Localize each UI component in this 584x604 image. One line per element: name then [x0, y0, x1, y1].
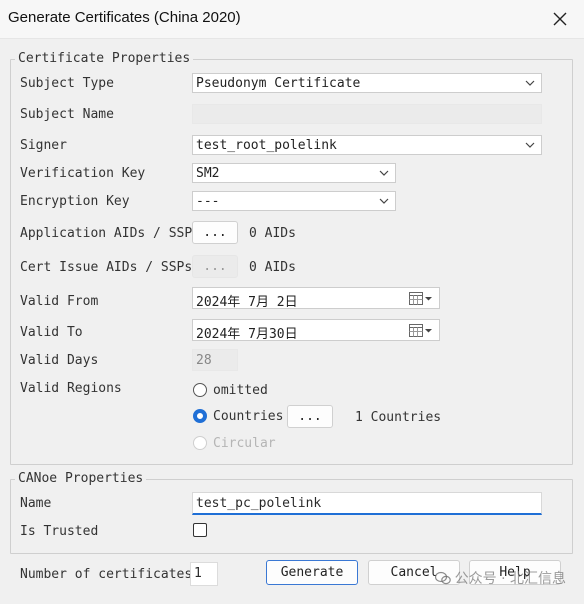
window-title: Generate Certificates (China 2020)	[8, 9, 241, 26]
signer-value: test_root_polelink	[196, 138, 337, 153]
verification-key-label: Verification Key	[20, 166, 146, 181]
valid-from-value: 2024年 7月 2日	[196, 295, 298, 310]
calendar-icon	[409, 292, 432, 305]
subject-name-label: Subject Name	[20, 107, 114, 122]
canoe-properties-title: CANoe Properties	[15, 471, 147, 486]
region-circular-radio	[193, 436, 207, 450]
valid-days-label: Valid Days	[20, 353, 99, 368]
valid-to-label: Valid To	[20, 325, 83, 340]
close-button[interactable]	[546, 5, 574, 33]
region-circular-label: Circular	[213, 436, 276, 451]
calendar-icon	[409, 324, 432, 337]
chevron-down-icon	[525, 142, 535, 148]
watermark: 公众号 · 北汇信息	[434, 568, 566, 588]
region-countries-label: Countries	[213, 409, 284, 424]
chevron-down-icon	[379, 170, 389, 176]
valid-days-value: 28	[196, 353, 212, 368]
cert-issue-aids-count: 0 AIDs	[249, 260, 296, 275]
chevron-down-icon	[525, 80, 535, 86]
subject-type-combo[interactable]: Pseudonym Certificate	[192, 73, 542, 93]
close-icon	[553, 12, 567, 26]
countries-select-button[interactable]: ...	[287, 405, 333, 428]
region-omitted-radio[interactable]	[193, 383, 207, 397]
application-aids-label: Application AIDs / SSPs	[20, 226, 201, 241]
wechat-icon	[434, 571, 451, 585]
countries-count: 1 Countries	[355, 410, 442, 425]
number-of-certificates-input[interactable]: 1	[190, 562, 218, 586]
canoe-properties-group: CANoe Properties	[10, 471, 573, 554]
subject-type-label: Subject Type	[20, 76, 114, 91]
cert-issue-aids-button: ...	[192, 255, 238, 278]
subject-name-field	[192, 104, 542, 124]
region-countries-radio[interactable]	[193, 409, 207, 423]
valid-to-value: 2024年 7月30日	[196, 327, 298, 342]
name-input[interactable]: test_pc_polelink	[192, 492, 542, 515]
subject-type-value: Pseudonym Certificate	[196, 76, 361, 91]
number-of-certificates-value: 1	[194, 566, 202, 581]
is-trusted-checkbox[interactable]	[193, 523, 207, 537]
application-aids-count: 0 AIDs	[249, 226, 296, 241]
encryption-key-value: ---	[196, 194, 220, 209]
name-label: Name	[20, 496, 52, 511]
certificate-properties-title: Certificate Properties	[15, 51, 194, 66]
valid-days-field: 28	[192, 349, 238, 371]
cert-issue-aids-label: Cert Issue AIDs / SSPs	[20, 260, 193, 275]
verification-key-combo[interactable]: SM2	[192, 163, 396, 183]
signer-label: Signer	[20, 138, 67, 153]
generate-button[interactable]: Generate	[266, 560, 358, 585]
name-value: test_pc_polelink	[196, 496, 322, 511]
region-omitted-label: omitted	[213, 383, 268, 398]
valid-to-datepicker[interactable]: 2024年 7月30日	[192, 319, 440, 342]
encryption-key-combo[interactable]: ---	[192, 191, 396, 211]
watermark-text: 公众号 · 北汇信息	[454, 571, 566, 587]
verification-key-value: SM2	[196, 166, 220, 181]
title-bar: Generate Certificates (China 2020)	[0, 0, 584, 39]
valid-from-datepicker[interactable]: 2024年 7月 2日	[192, 287, 440, 310]
chevron-down-icon	[379, 198, 389, 204]
encryption-key-label: Encryption Key	[20, 194, 130, 209]
number-of-certificates-label: Number of certificates	[20, 567, 193, 582]
application-aids-button[interactable]: ...	[192, 221, 238, 244]
valid-regions-label: Valid Regions	[20, 381, 122, 396]
valid-from-label: Valid From	[20, 294, 99, 309]
signer-combo[interactable]: test_root_polelink	[192, 135, 542, 155]
is-trusted-label: Is Trusted	[20, 524, 99, 539]
